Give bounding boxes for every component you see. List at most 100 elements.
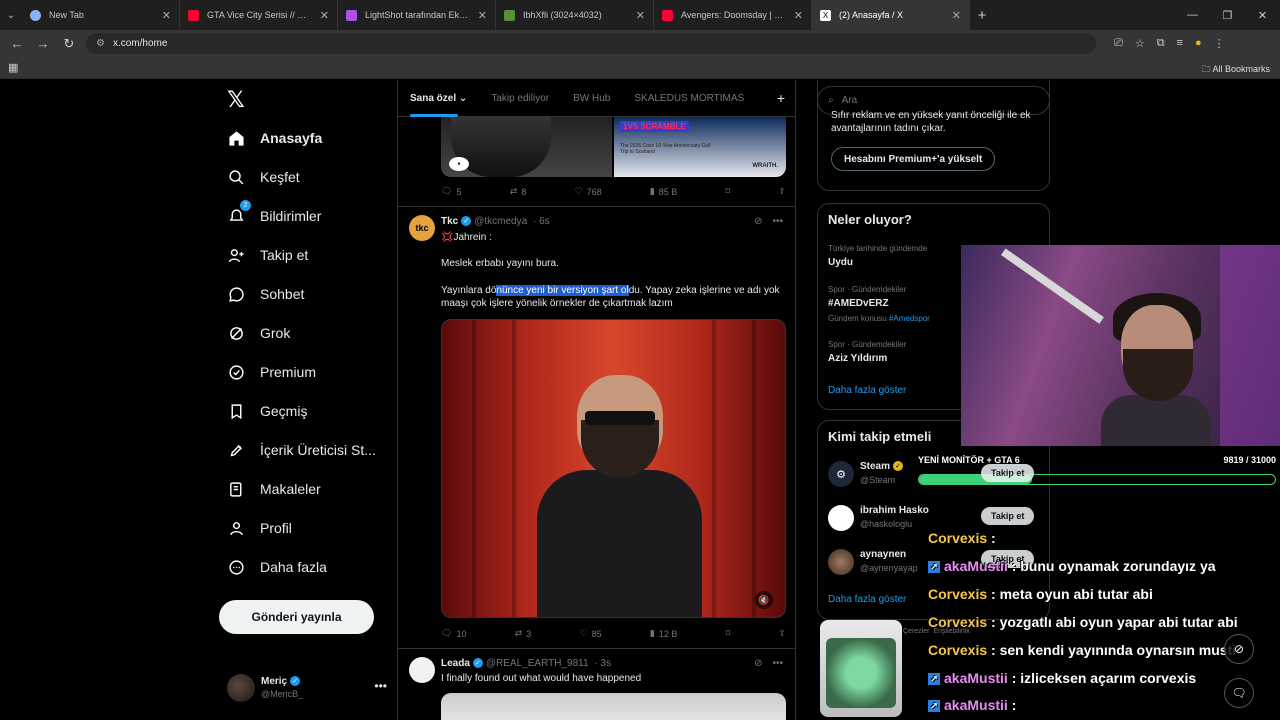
like-button[interactable]: ♡ 768 <box>574 186 601 197</box>
prev-tweet-media[interactable]: ● 1VS SCRAMBLE The 2016 Cavs 10-Year Ann… <box>441 117 786 177</box>
follow-button[interactable]: Takip et <box>981 464 1035 482</box>
chat-username: akaMustii <box>944 697 1008 713</box>
nav-item-articles[interactable]: Makaleler <box>227 480 321 498</box>
chat-message: Corvexis : meta oyun abi tutar abi <box>928 586 1153 602</box>
follow-button[interactable]: Takip et <box>981 507 1035 525</box>
browser-tab[interactable]: New Tab ✕ <box>22 0 180 30</box>
trend-item[interactable]: Uydu <box>828 257 853 268</box>
site-info-icon[interactable]: ⚙ <box>96 38 105 49</box>
nav-item-home[interactable]: Anasayfa <box>227 129 322 147</box>
close-tab-icon[interactable]: ✕ <box>952 9 961 22</box>
close-tab-icon[interactable]: ✕ <box>162 9 171 22</box>
menu-icon[interactable]: ⋮ <box>1214 37 1225 50</box>
show-more-link[interactable]: Daha fazla göster <box>828 594 906 605</box>
views-button[interactable]: ▮ 85 B <box>650 186 677 197</box>
extensions-icon[interactable]: ⧉ <box>1157 37 1165 50</box>
tab-search-icon[interactable]: ⌄ <box>0 0 22 30</box>
mute-icon[interactable]: 🔇 <box>755 591 773 609</box>
minimize-icon[interactable]: — <box>1175 0 1210 30</box>
tweet-time[interactable]: · 3s <box>594 658 611 669</box>
nav-item-creator-studio[interactable]: İçerik Üreticisi St... <box>227 441 376 459</box>
all-bookmarks-button[interactable]: 🗀 All Bookmarks <box>1201 62 1270 78</box>
show-more-link[interactable]: Daha fazla göster <box>828 385 906 396</box>
repost-button[interactable]: ⇄ 3 <box>515 628 532 639</box>
share-button[interactable]: ⇪ <box>778 628 786 639</box>
follow-name-text: Steam <box>860 461 891 472</box>
tweet-video[interactable]: 🔇 <box>441 319 786 618</box>
lightshot-icon <box>346 9 357 21</box>
media-image[interactable]: 1VS SCRAMBLE The 2016 Cavs 10-Year Anniv… <box>614 117 786 177</box>
author-handle[interactable]: @REAL_EARTH_9811 <box>486 658 589 669</box>
nav-item-explore[interactable]: Keşfet <box>227 168 300 186</box>
share-button[interactable]: ⇪ <box>778 186 786 197</box>
new-tab-icon[interactable]: + <box>970 7 994 24</box>
star-icon[interactable]: ☆ <box>1135 37 1145 50</box>
bookmark-button[interactable]: ⌑ <box>726 628 731 639</box>
url-field[interactable]: ⚙ x.com/home <box>86 33 1096 54</box>
author-name[interactable]: Leada <box>441 658 470 669</box>
premium-upgrade-button[interactable]: Hesabını Premium+'a yükselt <box>831 147 996 171</box>
nav-item-chat[interactable]: Sohbet <box>227 285 304 303</box>
cast-icon[interactable]: ⎚ <box>1114 37 1123 50</box>
grok-icon[interactable]: ⊘ <box>754 658 762 669</box>
tab-for-you[interactable]: Sana özel ⌄ <box>398 80 479 117</box>
tab-following[interactable]: Takip ediliyor <box>479 80 561 117</box>
close-tab-icon[interactable]: ✕ <box>320 9 329 22</box>
maximize-icon[interactable]: ❐ <box>1210 0 1245 30</box>
tab-skaledus[interactable]: SKALEDUS MORTIMAS <box>622 80 756 117</box>
author-handle[interactable]: @tkcmedya <box>474 216 527 227</box>
close-tab-icon[interactable]: ✕ <box>478 9 487 22</box>
account-switcher[interactable]: Meriç ✓ @MericB_ ••• <box>227 674 387 706</box>
grok-icon[interactable]: ⊘ <box>754 216 762 227</box>
browser-tab[interactable]: GTA Vice City Serisi // Bölüm 1: ... ✕ <box>180 0 338 30</box>
forward-icon[interactable]: → <box>34 36 52 51</box>
tab-bw-hub[interactable]: BW Hub <box>561 80 622 117</box>
chat-username: akaMustii <box>944 670 1008 686</box>
video-person <box>537 375 702 617</box>
views-button[interactable]: ▮ 12 B <box>650 628 677 639</box>
close-tab-icon[interactable]: ✕ <box>636 9 645 22</box>
like-button[interactable]: ♡ 85 <box>580 628 602 639</box>
nav-item-premium[interactable]: Premium <box>227 363 316 381</box>
footer-link[interactable]: Çerezler <box>903 628 929 635</box>
back-icon[interactable]: ← <box>8 36 26 51</box>
close-window-icon[interactable]: ✕ <box>1245 0 1280 30</box>
steam-icon: ⚙ <box>828 461 854 487</box>
more-dots-icon[interactable]: ••• <box>772 658 783 669</box>
apps-grid-icon[interactable]: ▦ <box>8 61 18 74</box>
browser-tab[interactable]: LightShot tarafından Ekran Görü... ✕ <box>338 0 496 30</box>
tweet-time[interactable]: · 6s <box>533 216 550 227</box>
nav-item-notifications[interactable]: 2 Bildirimler <box>227 200 321 225</box>
grok-fab-icon[interactable]: ⊘ <box>1224 634 1254 664</box>
browser-tab-active[interactable]: X (2) Anasayfa / X ✕ <box>812 0 970 30</box>
repost-button[interactable]: ⇄ 8 <box>510 186 527 197</box>
bookmark-button[interactable]: ⌑ <box>726 186 731 197</box>
trend-item[interactable]: #AMEDvERZ <box>828 298 889 309</box>
browser-tab[interactable]: Avengers: Doomsday | Dublajlı ... ✕ <box>654 0 812 30</box>
nav-item-more[interactable]: Daha fazla <box>227 558 327 576</box>
media-image[interactable]: ● <box>441 117 612 177</box>
trend-item[interactable]: Aziz Yıldırım <box>828 353 887 364</box>
messages-fab-icon[interactable]: 🗨 <box>1224 678 1254 708</box>
reply-button[interactable]: 🗨 10 <box>441 628 466 639</box>
post-button[interactable]: Gönderi yayınla <box>219 600 374 634</box>
more-dots-icon[interactable]: ••• <box>374 679 387 693</box>
nav-item-follow[interactable]: Takip et <box>227 246 308 264</box>
trend-hashtag-link[interactable]: #Amedspor <box>889 314 930 323</box>
nav-item-profile[interactable]: Profil <box>227 519 292 537</box>
profile-icon[interactable]: ● <box>1195 37 1202 50</box>
reload-icon[interactable]: ↻ <box>60 36 78 52</box>
avatar[interactable] <box>409 657 435 683</box>
close-tab-icon[interactable]: ✕ <box>794 9 803 22</box>
nav-item-grok[interactable]: Grok <box>227 324 290 342</box>
nav-item-bookmarks[interactable]: Geçmiş <box>227 402 307 420</box>
media-icon[interactable]: ≡ <box>1177 37 1183 50</box>
avatar[interactable]: tkc <box>409 215 435 241</box>
add-tab-icon[interactable]: + <box>777 90 795 106</box>
reply-button[interactable]: 🗨 5 <box>441 186 461 197</box>
x-logo-icon[interactable]: 𝕏 <box>227 88 245 113</box>
more-dots-icon[interactable]: ••• <box>772 216 783 227</box>
tweet-media[interactable] <box>441 693 786 720</box>
author-name[interactable]: Tkc <box>441 216 458 227</box>
browser-tab[interactable]: IbhXfli (3024×4032) ✕ <box>496 0 654 30</box>
